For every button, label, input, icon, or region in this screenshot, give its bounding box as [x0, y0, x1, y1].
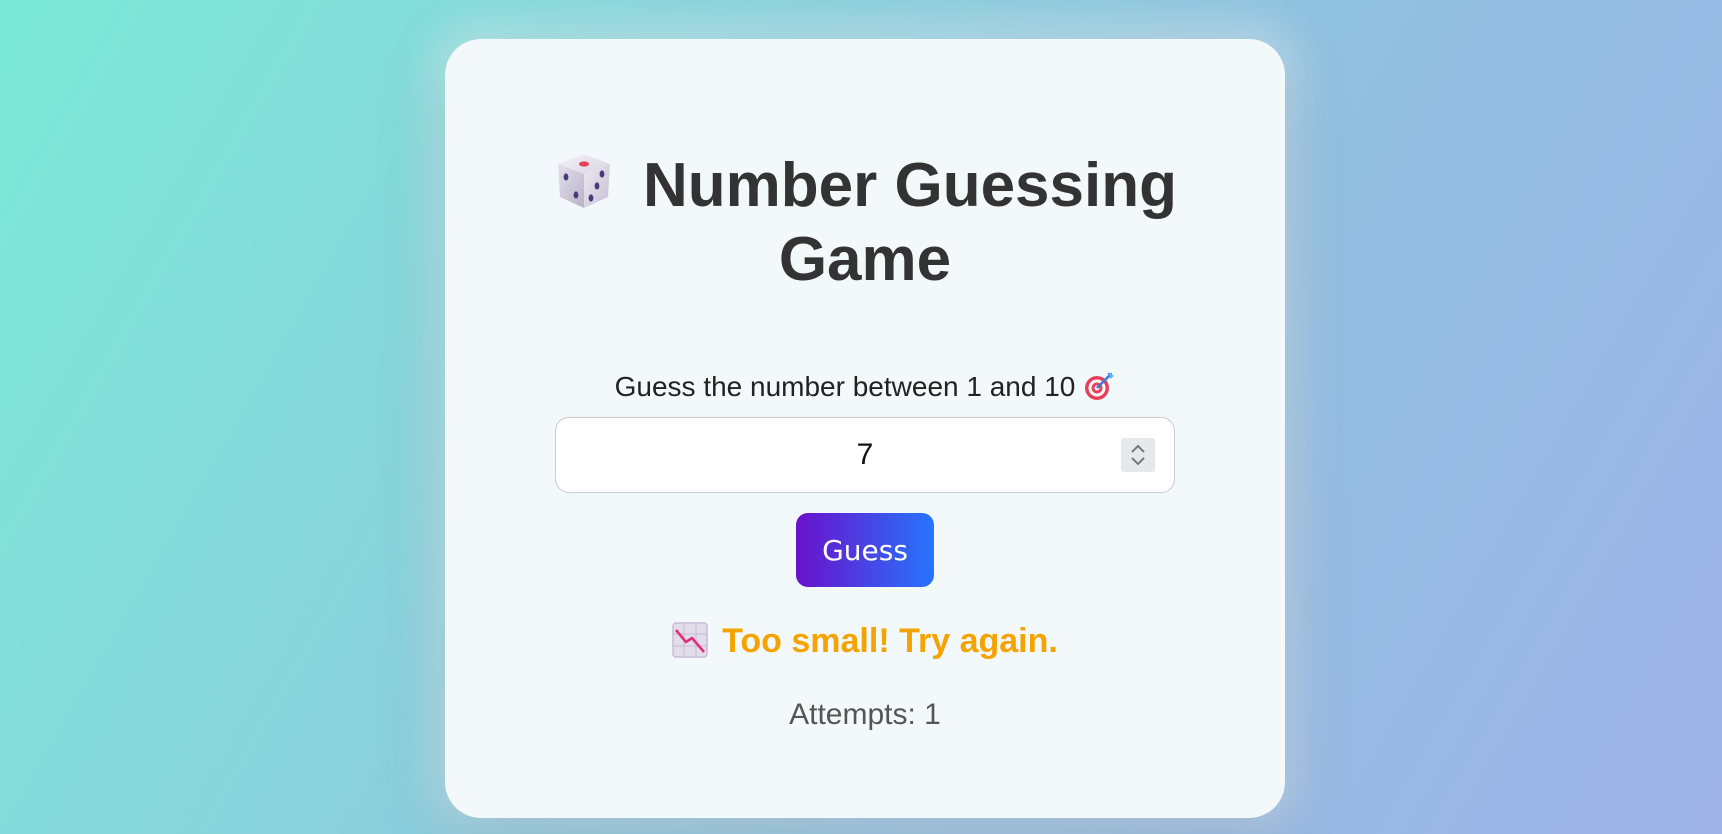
dice-icon	[553, 150, 615, 212]
attempts-counter: Attempts: 1	[789, 698, 941, 731]
chart-decreasing-icon	[672, 622, 708, 658]
number-stepper[interactable]	[1121, 438, 1155, 472]
page-title: Number Guessing Game	[445, 149, 1285, 297]
game-card: Number Guessing Game Guess the number be…	[445, 39, 1285, 818]
target-icon	[1083, 370, 1115, 402]
instructions: Guess the number between 1 and 10	[445, 367, 1285, 407]
guess-button[interactable]: Guess	[796, 513, 934, 587]
instructions-text: Guess the number between 1 and 10	[614, 371, 1076, 402]
title-text: Number Guessing Game	[643, 151, 1177, 294]
guess-input-container	[555, 417, 1175, 493]
feedback-text: Too small! Try again.	[722, 622, 1058, 660]
guess-input[interactable]	[556, 418, 1174, 492]
feedback-message: Too small! Try again.	[445, 619, 1285, 663]
